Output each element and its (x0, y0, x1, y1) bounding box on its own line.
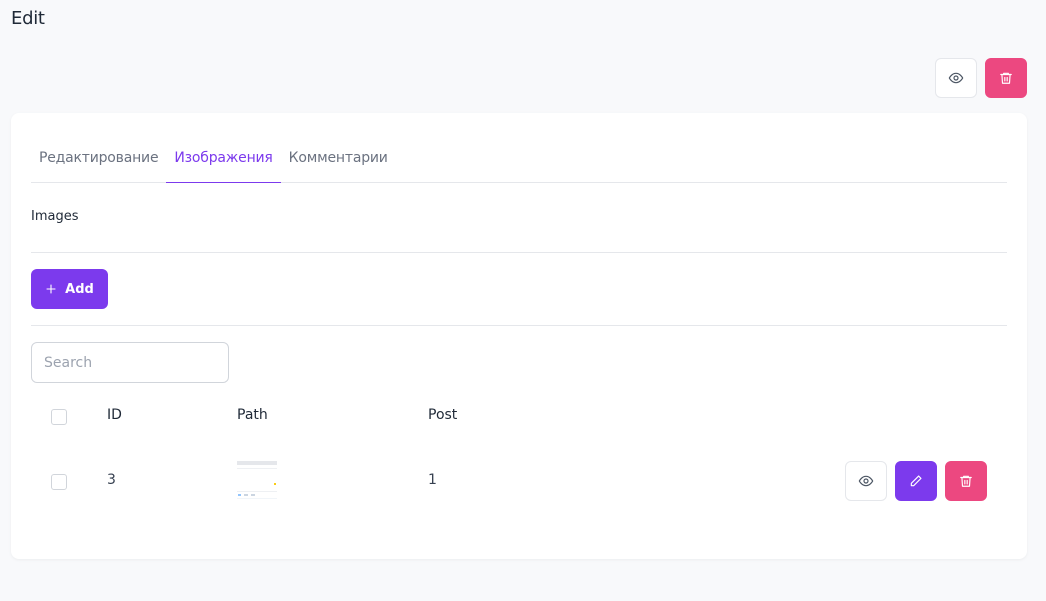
pencil-icon (910, 475, 922, 487)
trash-icon (1000, 72, 1012, 84)
page-actions (935, 58, 1027, 98)
section-label: Images (31, 209, 79, 224)
column-header-id: ID (107, 407, 122, 423)
plus-icon (46, 284, 56, 294)
row-delete-button[interactable] (945, 461, 987, 501)
row-checkbox[interactable] (51, 474, 67, 490)
row-view-button[interactable] (845, 461, 887, 501)
add-button-label: Add (65, 281, 94, 297)
divider (31, 325, 1007, 326)
page-title: Edit (11, 8, 45, 29)
tab-editing[interactable]: Редактирование (31, 113, 166, 183)
tab-images[interactable]: Изображения (166, 113, 281, 183)
row-post: 1 (428, 472, 437, 488)
tab-comments[interactable]: Комментарии (281, 113, 396, 183)
add-button[interactable]: Add (31, 269, 108, 309)
row-id: 3 (107, 472, 116, 488)
delete-button[interactable] (985, 58, 1027, 98)
trash-icon (960, 475, 972, 487)
row-actions (845, 461, 987, 501)
column-header-path: Path (237, 407, 268, 423)
search-input[interactable] (31, 342, 229, 383)
tab-bar: Редактирование Изображения Комментарии (31, 113, 1007, 183)
eye-icon (858, 475, 874, 487)
column-header-post: Post (428, 407, 458, 423)
view-button[interactable] (935, 58, 977, 98)
image-thumbnail[interactable] (237, 461, 277, 501)
select-all-checkbox[interactable] (51, 409, 67, 425)
edit-card: Редактирование Изображения Комментарии I… (11, 113, 1027, 559)
row-edit-button[interactable] (895, 461, 937, 501)
divider (31, 252, 1007, 253)
thumbnail-image (237, 461, 277, 501)
eye-icon (948, 72, 964, 84)
